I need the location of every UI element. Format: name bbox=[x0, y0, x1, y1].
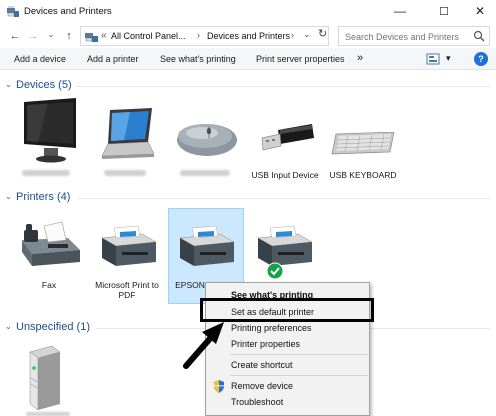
printer-fax[interactable]: Fax bbox=[12, 212, 86, 302]
annotation-arrow-icon bbox=[183, 322, 224, 369]
device-label-redacted bbox=[180, 170, 230, 176]
uac-shield-icon bbox=[214, 380, 224, 393]
up-button[interactable]: ↑ bbox=[62, 28, 76, 44]
minimize-button[interactable]: — bbox=[384, 0, 416, 22]
breadcrumb-devices-printers[interactable]: Devices and Printers bbox=[207, 31, 290, 41]
device-label-redacted bbox=[104, 170, 146, 176]
printer-icon bbox=[179, 225, 235, 266]
search-icon[interactable] bbox=[473, 30, 485, 42]
add-device-button[interactable]: Add a device bbox=[14, 54, 66, 64]
window-title: Devices and Printers bbox=[24, 6, 112, 17]
group-header-printers[interactable]: ⌄ Printers (4) bbox=[0, 190, 496, 206]
mouse-icon bbox=[177, 124, 237, 156]
forward-button[interactable]: → bbox=[26, 28, 40, 44]
more-commands-button[interactable]: » bbox=[357, 52, 363, 64]
device-label: USB Input Device bbox=[251, 170, 319, 180]
printer-label: Microsoft Print to PDF bbox=[95, 280, 159, 300]
collapse-chevron-icon[interactable]: ⌄ bbox=[5, 80, 12, 89]
devices-printers-icon bbox=[7, 6, 19, 17]
address-dropdown-icon[interactable]: ⌄ bbox=[303, 29, 311, 40]
control-panel-icon bbox=[85, 33, 98, 42]
breadcrumb-control-panel[interactable]: All Control Panel... bbox=[111, 31, 186, 41]
address-bar: ← → ⌄ ↑ « All Control Panel... › Devices… bbox=[0, 24, 496, 48]
keyboard-icon bbox=[331, 132, 395, 155]
change-view-icon[interactable] bbox=[426, 53, 440, 65]
server-icon bbox=[29, 345, 61, 410]
recent-locations-dropdown[interactable]: ⌄ bbox=[44, 26, 58, 42]
command-bar: Add a device Add a printer See what's pr… bbox=[0, 48, 496, 70]
device-usb-keyboard[interactable]: USB KEYBOARD bbox=[326, 98, 400, 184]
close-button[interactable]: ✕ bbox=[464, 0, 496, 22]
title-bar: Devices and Printers — ☐ ✕ bbox=[0, 0, 496, 24]
view-dropdown-icon[interactable]: ▾ bbox=[446, 53, 451, 64]
group-divider bbox=[76, 86, 490, 87]
device-monitor[interactable] bbox=[10, 98, 84, 184]
device-usb-input[interactable]: USB Input Device bbox=[248, 98, 322, 184]
device-label-redacted bbox=[26, 412, 70, 416]
address-field[interactable]: « All Control Panel... › Devices and Pri… bbox=[80, 26, 329, 46]
group-header-devices[interactable]: ⌄ Devices (5) bbox=[0, 78, 496, 94]
device-mouse[interactable] bbox=[168, 98, 242, 184]
group-divider bbox=[78, 198, 490, 199]
printer-microsoft-print-to-pdf[interactable]: Microsoft Print to PDF bbox=[90, 212, 164, 302]
help-icon[interactable]: ? bbox=[474, 52, 488, 66]
group-label: Devices (5) bbox=[16, 79, 72, 91]
menu-item-create-shortcut[interactable]: Create shortcut bbox=[231, 360, 293, 370]
search-box[interactable] bbox=[338, 26, 490, 46]
group-label: Printers (4) bbox=[16, 191, 71, 203]
breadcrumb-separator-icon[interactable]: › bbox=[197, 30, 200, 40]
maximize-button[interactable]: ☐ bbox=[428, 0, 460, 22]
collapse-chevron-icon[interactable]: ⌄ bbox=[5, 322, 12, 331]
menu-item-troubleshoot[interactable]: Troubleshoot bbox=[231, 397, 283, 407]
unspecified-device[interactable] bbox=[12, 340, 86, 416]
menu-separator bbox=[230, 354, 368, 355]
laptop-icon bbox=[101, 108, 154, 159]
menu-item-printer-properties[interactable]: Printer properties bbox=[231, 339, 300, 349]
printer-icon bbox=[101, 225, 157, 266]
back-button[interactable]: ← bbox=[8, 28, 22, 44]
group-label: Unspecified (1) bbox=[16, 321, 90, 333]
menu-item-remove-device[interactable]: Remove device bbox=[231, 381, 293, 391]
device-label-redacted bbox=[22, 170, 70, 176]
default-printer-check-icon bbox=[266, 262, 284, 280]
device-label: USB KEYBOARD bbox=[329, 170, 397, 180]
usb-dongle-icon bbox=[261, 124, 314, 151]
search-input[interactable] bbox=[345, 30, 473, 43]
print-server-properties-button[interactable]: Print server properties bbox=[256, 54, 345, 64]
device-laptop[interactable] bbox=[88, 98, 162, 184]
printer-label: Fax bbox=[41, 280, 57, 290]
monitor-icon bbox=[24, 98, 76, 163]
overflow-chevron[interactable]: « bbox=[101, 30, 107, 41]
collapse-chevron-icon[interactable]: ⌄ bbox=[5, 192, 12, 201]
fax-icon bbox=[22, 221, 80, 266]
menu-item-printing-preferences[interactable]: Printing preferences bbox=[231, 323, 312, 333]
menu-separator bbox=[230, 375, 368, 376]
breadcrumb-separator-icon[interactable]: › bbox=[291, 30, 294, 40]
refresh-button[interactable]: ↻ bbox=[318, 27, 327, 40]
see-whats-printing-button[interactable]: See what's printing bbox=[160, 54, 236, 64]
add-printer-button[interactable]: Add a printer bbox=[87, 54, 139, 64]
